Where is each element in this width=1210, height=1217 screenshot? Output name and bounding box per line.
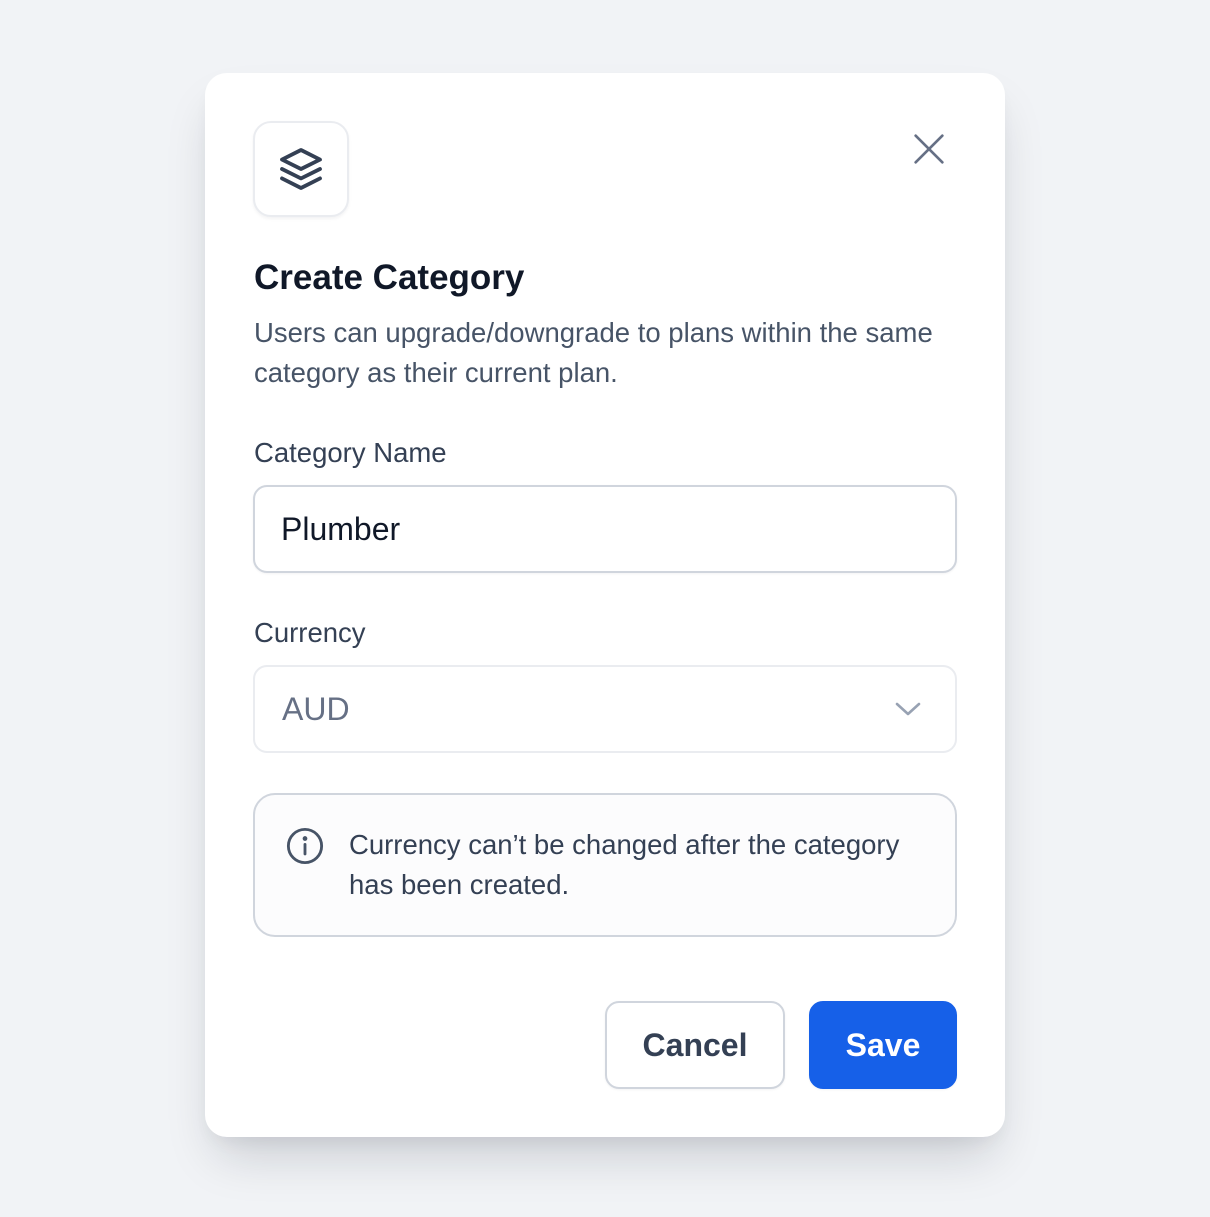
cancel-button[interactable]: Cancel [605,1001,785,1089]
close-icon [914,134,944,164]
modal-description: Users can upgrade/downgrade to plans wit… [254,317,933,388]
currency-label: Currency [254,617,366,648]
notice-text: Currency can’t be changed after the cate… [349,829,900,900]
create-category-modal: Create Category Users can upgrade/downgr… [205,73,1005,1137]
featured-icon-container [253,121,349,217]
info-icon [286,827,324,865]
save-button[interactable]: Save [809,1001,957,1089]
category-name-field-wrapper [253,485,957,573]
category-name-input[interactable] [255,487,955,571]
currency-select[interactable]: AUD [253,665,957,753]
layers-icon [280,148,322,190]
modal-title: Create Category [254,258,525,297]
category-name-label: Category Name [254,437,447,468]
chevron-down-icon [895,701,921,717]
close-button[interactable] [905,125,953,173]
currency-selected-value: AUD [282,690,350,727]
currency-notice: Currency can’t be changed after the cate… [253,793,957,937]
